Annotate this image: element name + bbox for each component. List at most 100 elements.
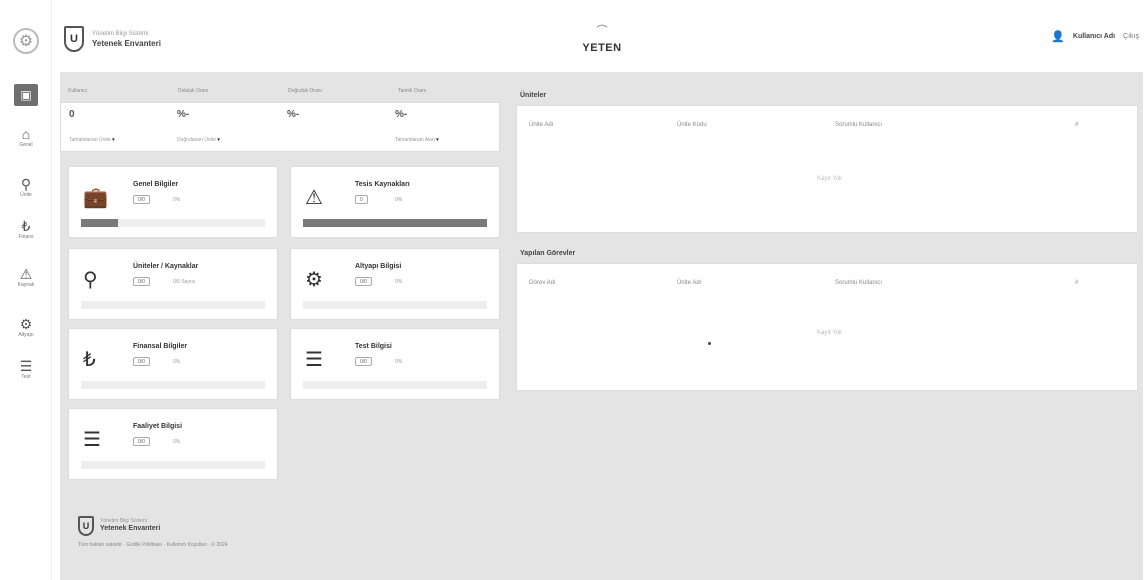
rail-label-finans: Finans: [18, 234, 34, 240]
center-logo-icon: ⌒: [596, 25, 608, 37]
card-progress-bar: [81, 461, 265, 469]
building-icon: ⌂: [21, 126, 31, 142]
footer-logo-icon: U: [78, 516, 94, 536]
center-logo-text: YETEN: [582, 42, 622, 54]
rail-item-unite[interactable]: ⚲ Ünite: [0, 176, 52, 199]
logout-link[interactable]: Çıkış: [1123, 33, 1139, 40]
rail-label-genel: Genel: [19, 142, 33, 148]
card-progress-bar: [303, 301, 487, 309]
list-icon: ☰: [305, 349, 323, 371]
footer-links[interactable]: Tüm hakları saklıdır · Gizlilik Politika…: [78, 542, 228, 548]
card-badge: 0/0: [355, 357, 372, 366]
units-panel: Üniteler Ünite Adı Ünite Kodu Sorumlu Ku…: [516, 86, 1138, 233]
units-col-1: Ünite Kodu: [677, 122, 707, 128]
card-3[interactable]: ⚙ Altyapı Bilgisi 0/0 0%: [290, 248, 500, 320]
brand-logo-icon[interactable]: U: [64, 26, 84, 52]
card-badge: 0/0: [133, 437, 150, 446]
warning-icon: ⚠: [305, 187, 323, 209]
tasks-col-3: #: [1075, 280, 1079, 286]
user-menu-link[interactable]: Kullanıcı Adı: [1073, 33, 1115, 40]
card-title: Üniteler / Kaynaklar: [133, 263, 199, 270]
rail-item-envanter[interactable]: ▣: [14, 84, 38, 106]
units-col-3: #: [1075, 122, 1079, 128]
stat-headers: Kullanıcı Doluluk Oranı Doğruluk Oranı T…: [68, 88, 508, 94]
rail-item-kaynak[interactable]: ⚠ Kaynak: [0, 266, 52, 289]
card-badge: 0/0: [355, 277, 372, 286]
card-badge: 0/0: [133, 195, 150, 204]
card-4[interactable]: ₺ Finansal Bilgiler 0/0 0%: [68, 328, 278, 400]
tasks-table: Görev Adı Ünite Adı Sorumlu Kullanıcı # …: [516, 263, 1138, 391]
card-progress-bar: [81, 381, 265, 389]
units-empty-text: Kayıt Yok: [817, 176, 843, 182]
lira-icon: ₺: [83, 349, 96, 371]
rail-item-test[interactable]: ☰ Test: [0, 358, 52, 381]
units-table: Ünite Adı Ünite Kodu Sorumlu Kullanıcı #…: [516, 105, 1138, 233]
home-icon: ▣: [20, 88, 32, 102]
card-extra: 0%: [395, 279, 403, 285]
card-6[interactable]: ☰ Faaliyet Bilgisi 0/0 0%: [68, 408, 278, 480]
card-progress-bar: [81, 301, 265, 309]
card-0[interactable]: 💼 Genel Bilgiler 0/0 0%: [68, 166, 278, 238]
rail-item-altyapi[interactable]: ⚙ Altyapı: [0, 316, 52, 339]
tasks-panel: Yapılan Görevler Görev Adı Ünite Adı Sor…: [516, 244, 1138, 391]
units-col-0: Ünite Adı: [529, 122, 554, 128]
sitemap-icon: ⚲: [83, 269, 98, 291]
stat-value-2: %-: [287, 109, 300, 120]
stat-value-0: 0: [69, 109, 75, 120]
rail-label-altyapi: Altyapı: [18, 332, 34, 338]
left-rail: ⚙ ▣ ⌂ Genel ⚲ Ünite ₺ Finans ⚠ Kaynak ⚙ …: [0, 0, 52, 580]
rail-label-test: Test: [21, 374, 31, 380]
card-badge: 0: [355, 195, 368, 204]
card-title: Tesis Kaynakları: [355, 181, 410, 188]
tasks-col-2: Sorumlu Kullanıcı: [835, 280, 883, 286]
card-5[interactable]: ☰ Test Bilgisi 0/0 0%: [290, 328, 500, 400]
stat-value-1: %-: [177, 109, 190, 120]
sitemap-icon: ⚲: [20, 176, 32, 192]
warning-icon: ⚠: [19, 266, 33, 282]
card-extra: 0/0 Sayısı: [173, 279, 196, 285]
center-logo[interactable]: ⌒ YETEN: [572, 22, 632, 56]
footer-title: Yetenek Envanteri: [100, 525, 161, 532]
briefcase-icon: 💼: [83, 187, 108, 209]
card-progress-fill: [303, 219, 487, 227]
stat-header-3: Tamlık Oranı: [398, 88, 427, 94]
settings-gear-icon[interactable]: ⚙: [13, 28, 39, 54]
card-2[interactable]: ⚲ Üniteler / Kaynaklar 0/0 0/0 Sayısı: [68, 248, 278, 320]
card-extra: 0%: [173, 197, 181, 203]
card-1[interactable]: ⚠ Tesis Kaynakları 0 0%: [290, 166, 500, 238]
card-extra: 0%: [173, 439, 181, 445]
stat-sub-1[interactable]: Doğrulanan Ünite ▾: [177, 137, 220, 143]
stat-box: 0 %- %- %- Tamamlanan Ünite ▾ Doğrulanan…: [60, 102, 500, 152]
card-title: Altyapı Bilgisi: [355, 263, 402, 270]
tasks-empty-text: Kayıt Yok: [817, 330, 843, 336]
gears-icon: ⚙: [19, 316, 33, 332]
brand-subtitle: Yönetim Bilgi Sistemi: [92, 31, 149, 37]
money-icon: ₺: [21, 218, 31, 234]
top-header: U Yönetim Bilgi Sistemi Yetenek Envanter…: [52, 0, 1147, 72]
stat-header-0: Kullanıcı: [68, 88, 88, 94]
stat-sub-0[interactable]: Tamamlanan Ünite ▾: [69, 137, 115, 143]
rail-item-genel[interactable]: ⌂ Genel: [0, 126, 52, 149]
stat-header-1: Doluluk Oranı: [178, 88, 209, 94]
stat-sub-3[interactable]: Tamamlanan Alan ▾: [395, 137, 439, 143]
rail-label-kaynak: Kaynak: [17, 282, 35, 288]
card-progress-fill: [81, 219, 118, 227]
rail-label-unite: Ünite: [20, 192, 32, 198]
rail-item-finans[interactable]: ₺ Finans: [0, 218, 52, 241]
stats-strip: Kullanıcı Doluluk Oranı Doğruluk Oranı T…: [60, 82, 502, 156]
tasks-panel-title: Yapılan Görevler: [520, 250, 576, 257]
list-icon: ☰: [19, 358, 33, 374]
brand-title: Yetenek Envanteri: [92, 39, 161, 48]
card-progress-bar: [303, 219, 487, 227]
units-panel-title: Üniteler: [520, 92, 547, 99]
card-title: Finansal Bilgiler: [133, 343, 188, 350]
notification-user-icon[interactable]: 👤: [1051, 30, 1065, 43]
stat-header-2: Doğruluk Oranı: [288, 88, 322, 94]
tasks-table-header: Görev Adı Ünite Adı Sorumlu Kullanıcı #: [517, 264, 1137, 302]
tasks-col-1: Ünite Adı: [677, 280, 702, 286]
card-badge: 0/0: [133, 277, 150, 286]
list-icon: ☰: [83, 429, 101, 451]
cursor-dot: [708, 342, 711, 345]
tasks-col-0: Görev Adı: [529, 280, 556, 286]
card-progress-bar: [303, 381, 487, 389]
